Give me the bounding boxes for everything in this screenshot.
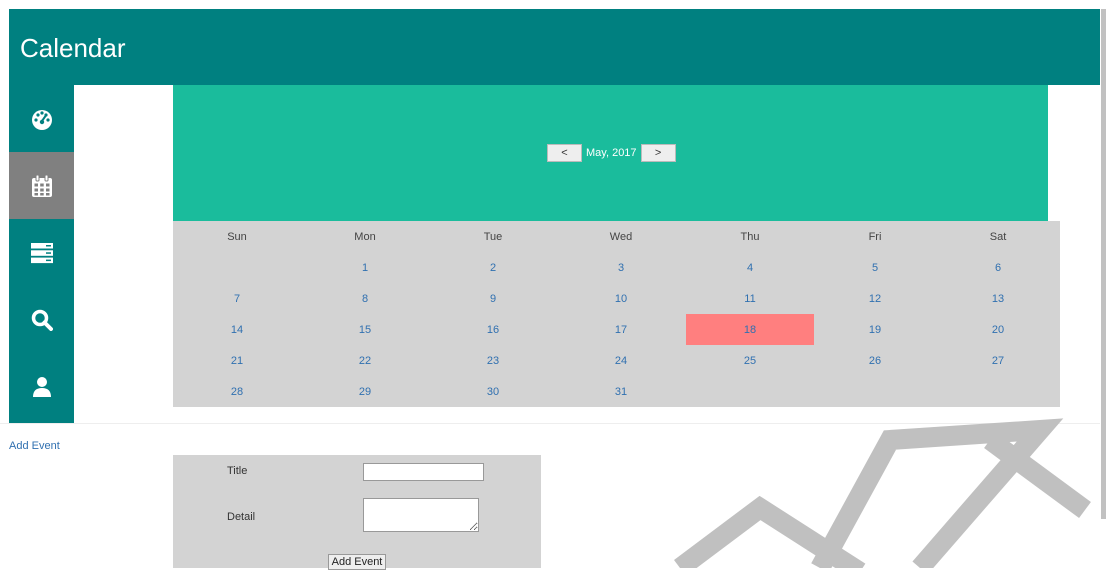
- weekday-header: Thu: [740, 230, 760, 243]
- calendar-grid: Sun Mon Tue Wed Thu Fri Sat 1 2 3 4 5 6 7 8 9 10 11 12 13 14…: [173, 221, 1060, 407]
- day-cell[interactable]: 22: [301, 345, 429, 376]
- weekday-header-row: Sun Mon Tue Wed Thu Fri Sat: [173, 221, 1060, 252]
- day-cell[interactable]: 27: [936, 345, 1060, 376]
- dashboard-icon: [31, 109, 52, 130]
- month-label: May, 2017: [586, 147, 637, 159]
- day-cell[interactable]: 11: [686, 283, 814, 314]
- day-cell[interactable]: 6: [936, 252, 1060, 283]
- page-scrollbar[interactable]: [1101, 9, 1106, 519]
- empty-day-cell: [814, 376, 936, 407]
- day-cell[interactable]: 5: [814, 252, 936, 283]
- day-cell[interactable]: 20: [936, 314, 1060, 345]
- week-row: 28 29 30 31: [173, 376, 1060, 407]
- section-divider: [0, 423, 1100, 424]
- watermark-graphic: [674, 418, 1091, 568]
- day-cell[interactable]: 28: [173, 376, 301, 407]
- day-cell[interactable]: 25: [686, 345, 814, 376]
- day-cell[interactable]: 4: [686, 252, 814, 283]
- week-row: 123456: [173, 252, 1060, 283]
- title-label: Title: [227, 465, 248, 477]
- title-input[interactable]: [363, 463, 484, 481]
- day-cell[interactable]: 31: [557, 376, 685, 407]
- day-cell[interactable]: 3: [557, 252, 685, 283]
- sidebar-nav: [9, 85, 74, 423]
- server-icon: [30, 242, 53, 263]
- day-cell[interactable]: 8: [301, 283, 429, 314]
- prev-month-button[interactable]: <: [547, 144, 582, 162]
- day-cell[interactable]: 7: [173, 283, 301, 314]
- day-cell[interactable]: 19: [814, 314, 936, 345]
- day-cell[interactable]: 2: [429, 252, 557, 283]
- weekday-header: Wed: [609, 230, 633, 243]
- day-cell[interactable]: 21: [173, 345, 301, 376]
- day-cell[interactable]: 30: [429, 376, 557, 407]
- app-title: Calendar: [20, 33, 126, 63]
- add-event-form: Title Detail Add Event: [173, 455, 541, 570]
- weekday-header: Fri: [868, 230, 882, 243]
- month-navigator: < May, 2017 >: [547, 144, 676, 162]
- empty-day-cell: [173, 252, 301, 283]
- day-cell[interactable]: 14: [173, 314, 301, 345]
- weekday-header: Sat: [989, 230, 1007, 243]
- user-icon: [32, 376, 51, 397]
- day-cell[interactable]: 1: [301, 252, 429, 283]
- weekday-header: Sun: [227, 230, 247, 243]
- day-cell[interactable]: 29: [301, 376, 429, 407]
- sidebar-item-search[interactable]: [9, 286, 74, 353]
- empty-day-cell: [936, 376, 1060, 407]
- week-row: 7 8 9 10 11 12 13: [173, 283, 1060, 314]
- day-cell[interactable]: 10: [557, 283, 685, 314]
- day-cell-highlighted[interactable]: 18: [686, 314, 814, 345]
- detail-input[interactable]: [363, 498, 479, 532]
- sidebar-item-calendar[interactable]: [9, 152, 74, 219]
- week-row: 14 15 16 17 18 19 20: [173, 314, 1060, 345]
- next-month-button[interactable]: >: [640, 144, 676, 162]
- weekday-header: Mon: [354, 230, 376, 243]
- day-cell[interactable]: 13: [936, 283, 1060, 314]
- app-header: Calendar: [9, 9, 1100, 85]
- day-cell[interactable]: 16: [429, 314, 557, 345]
- day-cell[interactable]: 15: [301, 314, 429, 345]
- day-cell[interactable]: 24: [557, 345, 685, 376]
- sidebar-item-dashboard[interactable]: [9, 85, 74, 152]
- weekday-header: Tue: [483, 230, 503, 243]
- day-cell[interactable]: 12: [814, 283, 936, 314]
- day-cell[interactable]: 9: [429, 283, 557, 314]
- calendar-icon: [31, 174, 52, 197]
- week-row: 21 22 23 24 25 26 27: [173, 345, 1060, 376]
- empty-day-cell: [686, 376, 814, 407]
- search-icon: [31, 309, 53, 331]
- day-cell[interactable]: 17: [557, 314, 685, 345]
- sidebar-item-user[interactable]: [9, 353, 74, 420]
- detail-label: Detail: [227, 511, 256, 523]
- day-cell[interactable]: 23: [429, 345, 557, 376]
- sidebar-item-server[interactable]: [9, 219, 74, 286]
- add-event-link[interactable]: Add Event: [9, 440, 60, 452]
- day-cell[interactable]: 26: [814, 345, 936, 376]
- month-banner: < May, 2017 >: [173, 85, 1048, 221]
